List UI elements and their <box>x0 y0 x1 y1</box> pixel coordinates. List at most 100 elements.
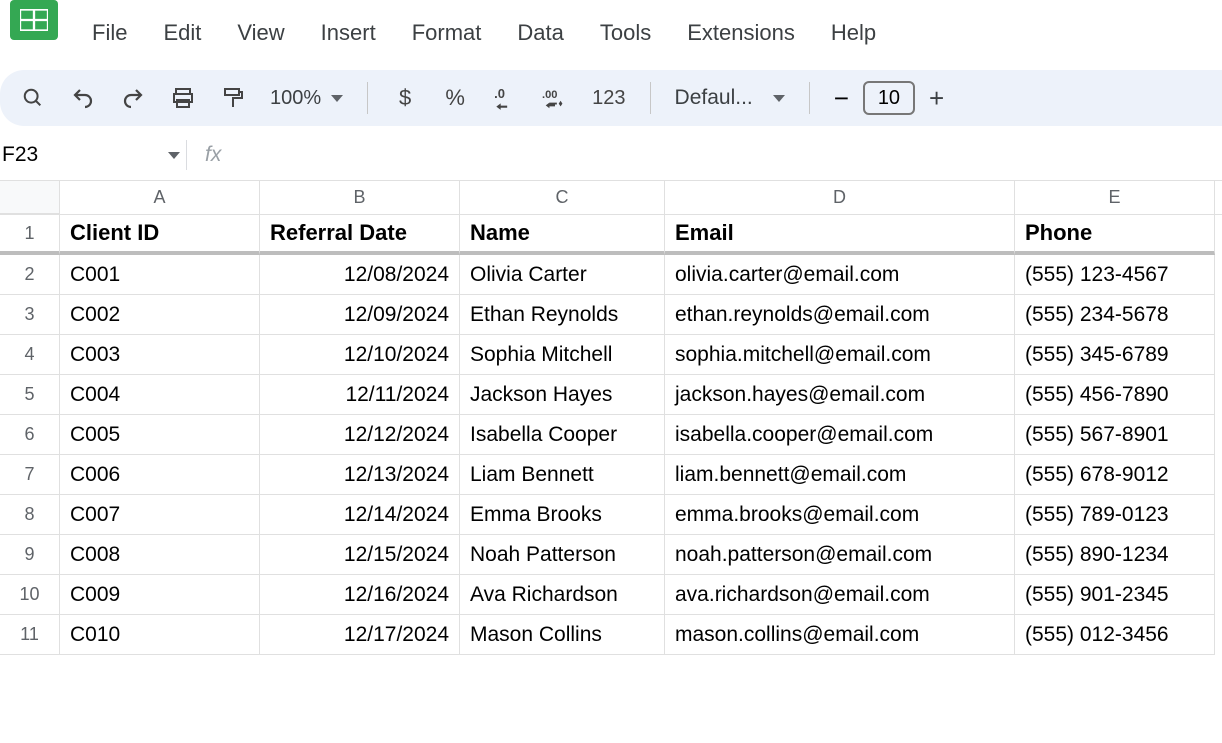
menu-edit[interactable]: Edit <box>163 20 201 46</box>
cell[interactable]: (555) 234-5678 <box>1015 295 1215 335</box>
cell[interactable]: Ethan Reynolds <box>460 295 665 335</box>
cell[interactable]: (555) 012-3456 <box>1015 615 1215 655</box>
name-box[interactable]: F23 <box>0 143 180 167</box>
cell[interactable]: isabella.cooper@email.com <box>665 415 1015 455</box>
row-header[interactable]: 2 <box>0 255 60 295</box>
row-header[interactable]: 6 <box>0 415 60 455</box>
cell[interactable]: 12/09/2024 <box>260 295 460 335</box>
increase-decimal-icon[interactable]: .00 <box>542 85 568 111</box>
cell[interactable]: 12/17/2024 <box>260 615 460 655</box>
cell[interactable]: 12/13/2024 <box>260 455 460 495</box>
cell[interactable]: (555) 890-1234 <box>1015 535 1215 575</box>
cell[interactable]: (555) 456-7890 <box>1015 375 1215 415</box>
menu-help[interactable]: Help <box>831 20 876 46</box>
cell[interactable]: 12/11/2024 <box>260 375 460 415</box>
cell[interactable]: C002 <box>60 295 260 335</box>
cell[interactable]: C009 <box>60 575 260 615</box>
menu-format[interactable]: Format <box>412 20 482 46</box>
cell[interactable]: C008 <box>60 535 260 575</box>
currency-button[interactable]: $ <box>392 85 418 111</box>
cell[interactable]: sophia.mitchell@email.com <box>665 335 1015 375</box>
cell[interactable]: ethan.reynolds@email.com <box>665 295 1015 335</box>
print-icon[interactable] <box>170 85 196 111</box>
header-cell[interactable]: Referral Date <box>260 215 460 255</box>
cell[interactable]: Liam Bennett <box>460 455 665 495</box>
cell[interactable]: (555) 678-9012 <box>1015 455 1215 495</box>
cell[interactable]: noah.patterson@email.com <box>665 535 1015 575</box>
font-family-dropdown[interactable]: Defaul... <box>675 86 785 110</box>
row-header[interactable]: 5 <box>0 375 60 415</box>
column-header-a[interactable]: A <box>60 181 260 214</box>
select-all-corner[interactable] <box>0 181 60 214</box>
cell[interactable]: 12/08/2024 <box>260 255 460 295</box>
menu-insert[interactable]: Insert <box>321 20 376 46</box>
cell[interactable]: C005 <box>60 415 260 455</box>
cell[interactable]: liam.bennett@email.com <box>665 455 1015 495</box>
row-header[interactable]: 4 <box>0 335 60 375</box>
cell[interactable]: 12/14/2024 <box>260 495 460 535</box>
cell[interactable]: 12/10/2024 <box>260 335 460 375</box>
header-cell[interactable]: Client ID <box>60 215 260 255</box>
cell[interactable]: 12/15/2024 <box>260 535 460 575</box>
cell[interactable]: olivia.carter@email.com <box>665 255 1015 295</box>
row-header[interactable]: 10 <box>0 575 60 615</box>
cell[interactable]: Olivia Carter <box>460 255 665 295</box>
column-header-e[interactable]: E <box>1015 181 1215 214</box>
increase-font-size-button[interactable]: + <box>929 83 944 114</box>
cell[interactable]: Ava Richardson <box>460 575 665 615</box>
cell[interactable]: (555) 345-6789 <box>1015 335 1215 375</box>
header-cell[interactable]: Phone <box>1015 215 1215 255</box>
row-header[interactable]: 11 <box>0 615 60 655</box>
cell[interactable]: (555) 901-2345 <box>1015 575 1215 615</box>
decrease-font-size-button[interactable]: − <box>834 83 849 114</box>
row-header[interactable]: 7 <box>0 455 60 495</box>
column-header-b[interactable]: B <box>260 181 460 214</box>
cell[interactable]: 12/12/2024 <box>260 415 460 455</box>
menu-tools[interactable]: Tools <box>600 20 651 46</box>
row-header[interactable]: 1 <box>0 215 60 255</box>
cell[interactable]: Mason Collins <box>460 615 665 655</box>
undo-icon[interactable] <box>70 85 96 111</box>
cell[interactable]: Noah Patterson <box>460 535 665 575</box>
cell[interactable]: (555) 789-0123 <box>1015 495 1215 535</box>
paint-format-icon[interactable] <box>220 85 246 111</box>
cell[interactable]: C003 <box>60 335 260 375</box>
cell[interactable]: mason.collins@email.com <box>665 615 1015 655</box>
cell[interactable]: C010 <box>60 615 260 655</box>
spreadsheet-grid[interactable]: A B C D E 1 Client ID Referral Date Name… <box>0 181 1222 655</box>
cell[interactable]: jackson.hayes@email.com <box>665 375 1015 415</box>
cell[interactable]: (555) 123-4567 <box>1015 255 1215 295</box>
cell[interactable]: Sophia Mitchell <box>460 335 665 375</box>
cell[interactable]: C001 <box>60 255 260 295</box>
font-size-input[interactable]: 10 <box>863 81 915 115</box>
menu-view[interactable]: View <box>237 20 284 46</box>
cell[interactable]: Jackson Hayes <box>460 375 665 415</box>
header-cell[interactable]: Name <box>460 215 665 255</box>
zoom-dropdown[interactable]: 100% <box>270 87 343 110</box>
menu-extensions[interactable]: Extensions <box>687 20 795 46</box>
column-header-d[interactable]: D <box>665 181 1015 214</box>
menu-file[interactable]: File <box>92 20 127 46</box>
cell[interactable]: C004 <box>60 375 260 415</box>
cell[interactable]: C007 <box>60 495 260 535</box>
column-header-c[interactable]: C <box>460 181 665 214</box>
decrease-decimal-icon[interactable]: .0 <box>492 85 518 111</box>
search-icon[interactable] <box>20 85 46 111</box>
percent-button[interactable]: % <box>442 85 468 111</box>
sheets-logo[interactable] <box>10 0 58 40</box>
row-header[interactable]: 8 <box>0 495 60 535</box>
cell[interactable]: emma.brooks@email.com <box>665 495 1015 535</box>
cell[interactable]: C006 <box>60 455 260 495</box>
cell[interactable]: Isabella Cooper <box>460 415 665 455</box>
menu-data[interactable]: Data <box>517 20 563 46</box>
table-row: 4C00312/10/2024Sophia Mitchellsophia.mit… <box>0 335 1222 375</box>
cell[interactable]: 12/16/2024 <box>260 575 460 615</box>
row-header[interactable]: 3 <box>0 295 60 335</box>
row-header[interactable]: 9 <box>0 535 60 575</box>
cell[interactable]: ava.richardson@email.com <box>665 575 1015 615</box>
cell[interactable]: Emma Brooks <box>460 495 665 535</box>
header-cell[interactable]: Email <box>665 215 1015 255</box>
redo-icon[interactable] <box>120 85 146 111</box>
cell[interactable]: (555) 567-8901 <box>1015 415 1215 455</box>
number-format-button[interactable]: 123 <box>592 85 625 111</box>
